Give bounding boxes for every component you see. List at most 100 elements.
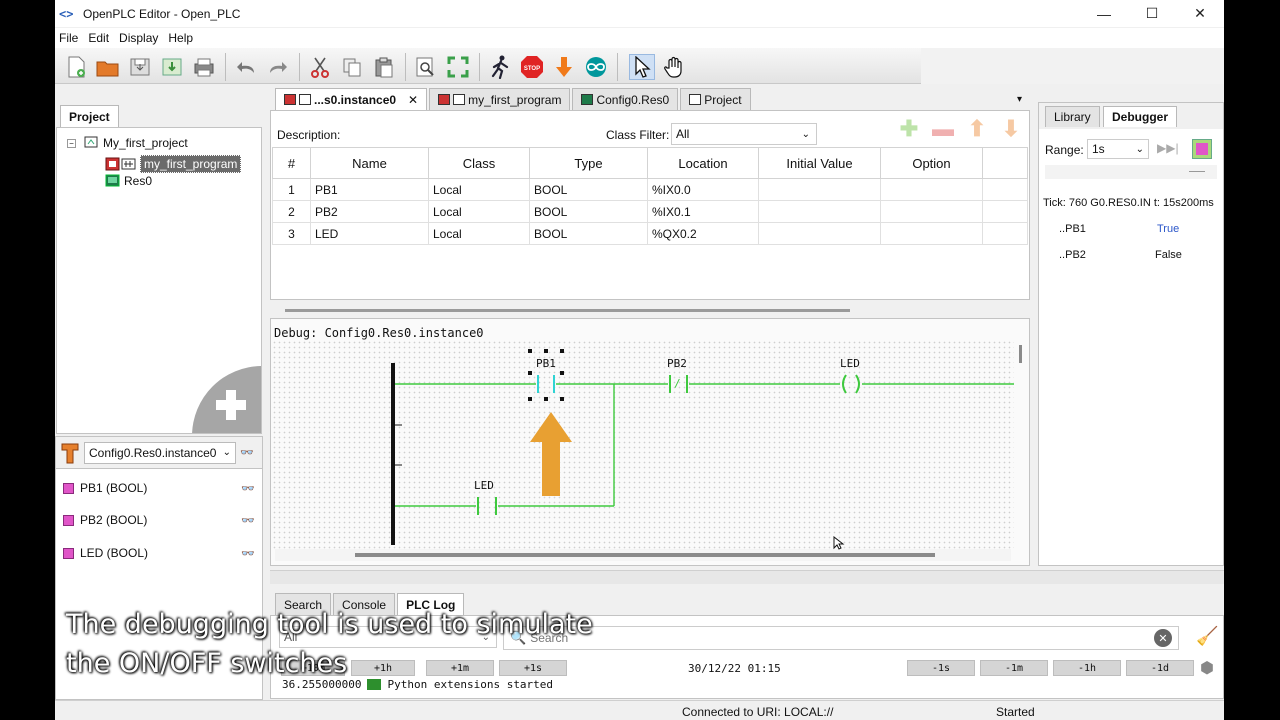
var-item-pb2[interactable]: PB2 (BOOL) 👓 — [56, 505, 261, 535]
splitter-handle[interactable] — [285, 309, 850, 312]
fullscreen-icon[interactable] — [445, 54, 471, 80]
var-item-pb1[interactable]: PB1 (BOOL) 👓 — [56, 473, 261, 503]
close-tab-icon[interactable]: ✕ — [408, 93, 418, 107]
cell-location[interactable]: %IX0.0 — [647, 178, 759, 201]
cell-class[interactable]: Local — [428, 200, 530, 223]
tree-row-project[interactable]: − My_first_project — [67, 136, 188, 150]
pointer-icon[interactable] — [629, 54, 655, 80]
print-icon[interactable] — [191, 54, 217, 80]
export-graph-button[interactable] — [1192, 139, 1212, 159]
cell-location[interactable]: %QX0.2 — [647, 222, 759, 245]
cell-initial[interactable] — [758, 222, 881, 245]
debug-var-pb2-value[interactable]: False — [1155, 249, 1182, 261]
led-coil-right[interactable] — [855, 374, 860, 394]
menu-file[interactable]: File — [55, 31, 84, 45]
col-location[interactable]: Location — [647, 147, 759, 179]
tab-config[interactable]: Config0.Res0 — [572, 88, 679, 110]
nav-minus-1s[interactable]: -1s — [907, 660, 975, 676]
maximize-button[interactable]: ☐ — [1129, 0, 1175, 27]
move-down-button[interactable]: ⬇ — [999, 116, 1023, 141]
search-zoom-icon[interactable] — [413, 54, 439, 80]
cell-location[interactable]: %IX0.1 — [647, 200, 759, 223]
run-icon[interactable] — [487, 54, 513, 80]
cell-type[interactable]: BOOL — [529, 178, 648, 201]
col-class[interactable]: Class — [428, 147, 530, 179]
cell-name[interactable]: PB1 — [310, 178, 429, 201]
watch-glasses-icon[interactable]: 👓 — [241, 547, 255, 560]
minimize-button[interactable]: — — [1081, 0, 1127, 27]
cell-name[interactable]: LED — [310, 222, 429, 245]
open-folder-icon[interactable] — [95, 54, 121, 80]
tab-instance[interactable]: ...s0.instance0 ✕ — [275, 88, 428, 110]
debug-var-pb1-name[interactable]: ..PB1 — [1059, 223, 1086, 235]
cell-class[interactable]: Local — [428, 222, 530, 245]
table-row[interactable]: 2 PB2 Local BOOL %IX0.1 — [272, 200, 1028, 223]
log-scroll-handle[interactable]: ⬢ — [1200, 658, 1214, 678]
tab-debugger[interactable]: Debugger — [1103, 106, 1178, 127]
col-name[interactable]: Name — [310, 147, 429, 179]
nav-minus-1m[interactable]: -1m — [980, 660, 1048, 676]
stop-icon[interactable]: STOP — [519, 54, 545, 80]
horizontal-scrollbar[interactable] — [275, 549, 1011, 561]
download-icon[interactable] — [551, 54, 577, 80]
cell-option[interactable] — [880, 200, 983, 223]
tree-row-resource[interactable]: Res0 — [105, 174, 152, 188]
move-up-button[interactable]: ⬆ — [965, 116, 989, 141]
horizontal-scroll-thumb[interactable] — [355, 553, 935, 557]
cell-option[interactable] — [880, 222, 983, 245]
cell-type[interactable]: BOOL — [529, 200, 648, 223]
menu-help[interactable]: Help — [164, 31, 199, 45]
cell-option[interactable] — [880, 178, 983, 201]
cut-icon[interactable] — [307, 54, 333, 80]
close-button[interactable]: ✕ — [1177, 0, 1223, 27]
new-file-icon[interactable] — [63, 54, 89, 80]
table-row[interactable]: 1 PB1 Local BOOL %IX0.0 — [272, 178, 1028, 201]
table-row[interactable]: 3 LED Local BOOL %QX0.2 — [272, 222, 1028, 245]
cell-initial[interactable] — [758, 178, 881, 201]
tree-row-program[interactable]: my_first_program — [105, 155, 242, 173]
glasses-icon[interactable]: 👓 — [240, 446, 254, 459]
log-search-input[interactable] — [530, 631, 1091, 645]
save-as-icon[interactable] — [159, 54, 185, 80]
tab-project[interactable]: Project — [60, 105, 119, 127]
range-select[interactable]: 1s ⌄ — [1087, 139, 1149, 159]
cell-type[interactable]: BOOL — [529, 222, 648, 245]
tab-project-settings[interactable]: Project — [680, 88, 751, 110]
instance-select[interactable]: Config0.Res0.instance0 ⌄ — [84, 441, 236, 464]
undo-icon[interactable] — [233, 54, 259, 80]
arduino-icon[interactable] — [583, 54, 609, 80]
cell-class[interactable]: Local — [428, 178, 530, 201]
col-type[interactable]: Type — [529, 147, 648, 179]
debug-var-pb1-value[interactable]: True — [1157, 223, 1179, 235]
splitter[interactable] — [270, 302, 1030, 318]
tab-program[interactable]: my_first_program — [429, 88, 571, 110]
nav-plus-1h[interactable]: +1h — [351, 660, 415, 676]
cell-name[interactable]: PB2 — [310, 200, 429, 223]
paste-icon[interactable] — [371, 54, 397, 80]
watch-glasses-icon[interactable]: 👓 — [241, 514, 255, 527]
vertical-scroll-thumb[interactable] — [1019, 345, 1022, 363]
nav-plus-1s[interactable]: +1s — [499, 660, 567, 676]
add-variable-button[interactable]: ✚ — [897, 116, 921, 141]
hand-icon[interactable] — [661, 54, 687, 80]
var-item-led[interactable]: LED (BOOL) 👓 — [56, 538, 261, 568]
col-num[interactable]: # — [272, 147, 311, 179]
tab-library[interactable]: Library — [1045, 106, 1100, 127]
cell-initial[interactable] — [758, 200, 881, 223]
watch-glasses-icon[interactable]: 👓 — [241, 482, 255, 495]
skip-forward-icon[interactable]: ▶▶| — [1157, 141, 1179, 155]
broom-clear-log-icon[interactable]: 🧹 — [1196, 626, 1218, 647]
nav-minus-1h[interactable]: -1h — [1053, 660, 1121, 676]
menu-edit[interactable]: Edit — [84, 31, 115, 45]
menu-display[interactable]: Display — [115, 31, 164, 45]
nav-minus-1d[interactable]: -1d — [1126, 660, 1194, 676]
redo-icon[interactable] — [265, 54, 291, 80]
add-fab-button[interactable] — [192, 366, 261, 433]
col-initial-value[interactable]: Initial Value — [758, 147, 881, 179]
bottom-splitter[interactable] — [270, 570, 1224, 584]
nav-plus-1m[interactable]: +1m — [426, 660, 494, 676]
debug-var-pb2-name[interactable]: ..PB2 — [1059, 249, 1086, 261]
class-filter-select[interactable]: All ⌄ — [671, 123, 817, 145]
save-icon[interactable] — [127, 54, 153, 80]
remove-variable-button[interactable]: ▬ — [931, 116, 955, 141]
